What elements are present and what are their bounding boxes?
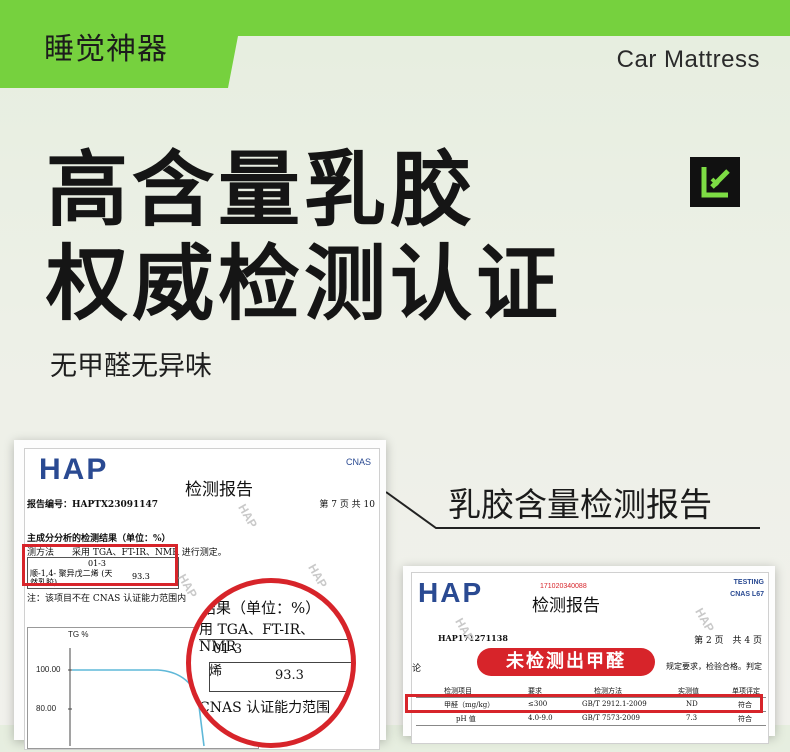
report-title: 检测报告 (532, 596, 600, 616)
report-left-text: 论 (412, 664, 422, 674)
magnified-component: 烯 (209, 664, 223, 679)
report-logo: HAP (418, 577, 484, 608)
table-cell: 7.3 (686, 714, 698, 722)
magnified-table: 01-3 烯 93.3 (199, 639, 351, 694)
report-title: 检测报告 (185, 480, 253, 500)
y-tick-80: 80.00 (36, 704, 57, 713)
testing-label: TESTING (733, 579, 764, 586)
table-cell: 4.0-9.0 (528, 714, 553, 722)
report-number: 报告编号：HAPTX23091147 (27, 500, 159, 510)
magnified-sample: 01-3 (213, 642, 243, 657)
report-page-number: 第 7 页 共 10 (319, 500, 375, 510)
cnas-label: CNAS L67 (730, 591, 764, 598)
watermark: HAP (692, 605, 718, 635)
magnified-result: 结果（单位：%） 用 TGA、FT-IR、NMR 01-3 烯 93.3 CNA… (186, 578, 356, 748)
highlight-box (22, 544, 178, 586)
report-callout-label: 乳胶含量检测报告 (448, 485, 712, 524)
watermark: HAP (235, 501, 261, 531)
testing-mark: TESTING CNAS L67 (730, 577, 764, 601)
table-cell: GB/T 7573-2009 (582, 714, 640, 722)
no-formaldehyde-badge: 未检测出甲醛 (477, 648, 655, 676)
table-cell: 符合 (738, 715, 752, 723)
table-row: pH 值 4.0-9.0 GB/T 7573-2009 7.3 符合 (416, 713, 766, 726)
magnified-title: 结果（单位：%） (201, 599, 321, 617)
report-code: 171020340088 (540, 583, 587, 590)
tg-axis-label: TG % (68, 630, 89, 639)
report-section: 主成分分析的检测结果（单位：%） (27, 534, 171, 544)
report-note: 注：该项目不在 CNAS 认证能力范围内 (27, 594, 187, 604)
report-page-number: 第 2 页 共 4 页 (694, 636, 762, 646)
y-tick-100: 100.00 (36, 665, 61, 674)
cnas-mark: CNAS (345, 457, 371, 467)
table-cell: pH 值 (456, 715, 476, 723)
report-logo: HAP (39, 453, 109, 486)
highlight-box (405, 694, 763, 713)
magnified-value: 93.3 (275, 668, 304, 683)
report-right-text: 规定要求，检验合格。判定 (666, 662, 762, 671)
formaldehyde-report: HAP 171020340088 TESTING CNAS L67 检测报告 H… (403, 566, 775, 744)
magnified-note: CNAS 认证能力范围 (199, 700, 331, 716)
